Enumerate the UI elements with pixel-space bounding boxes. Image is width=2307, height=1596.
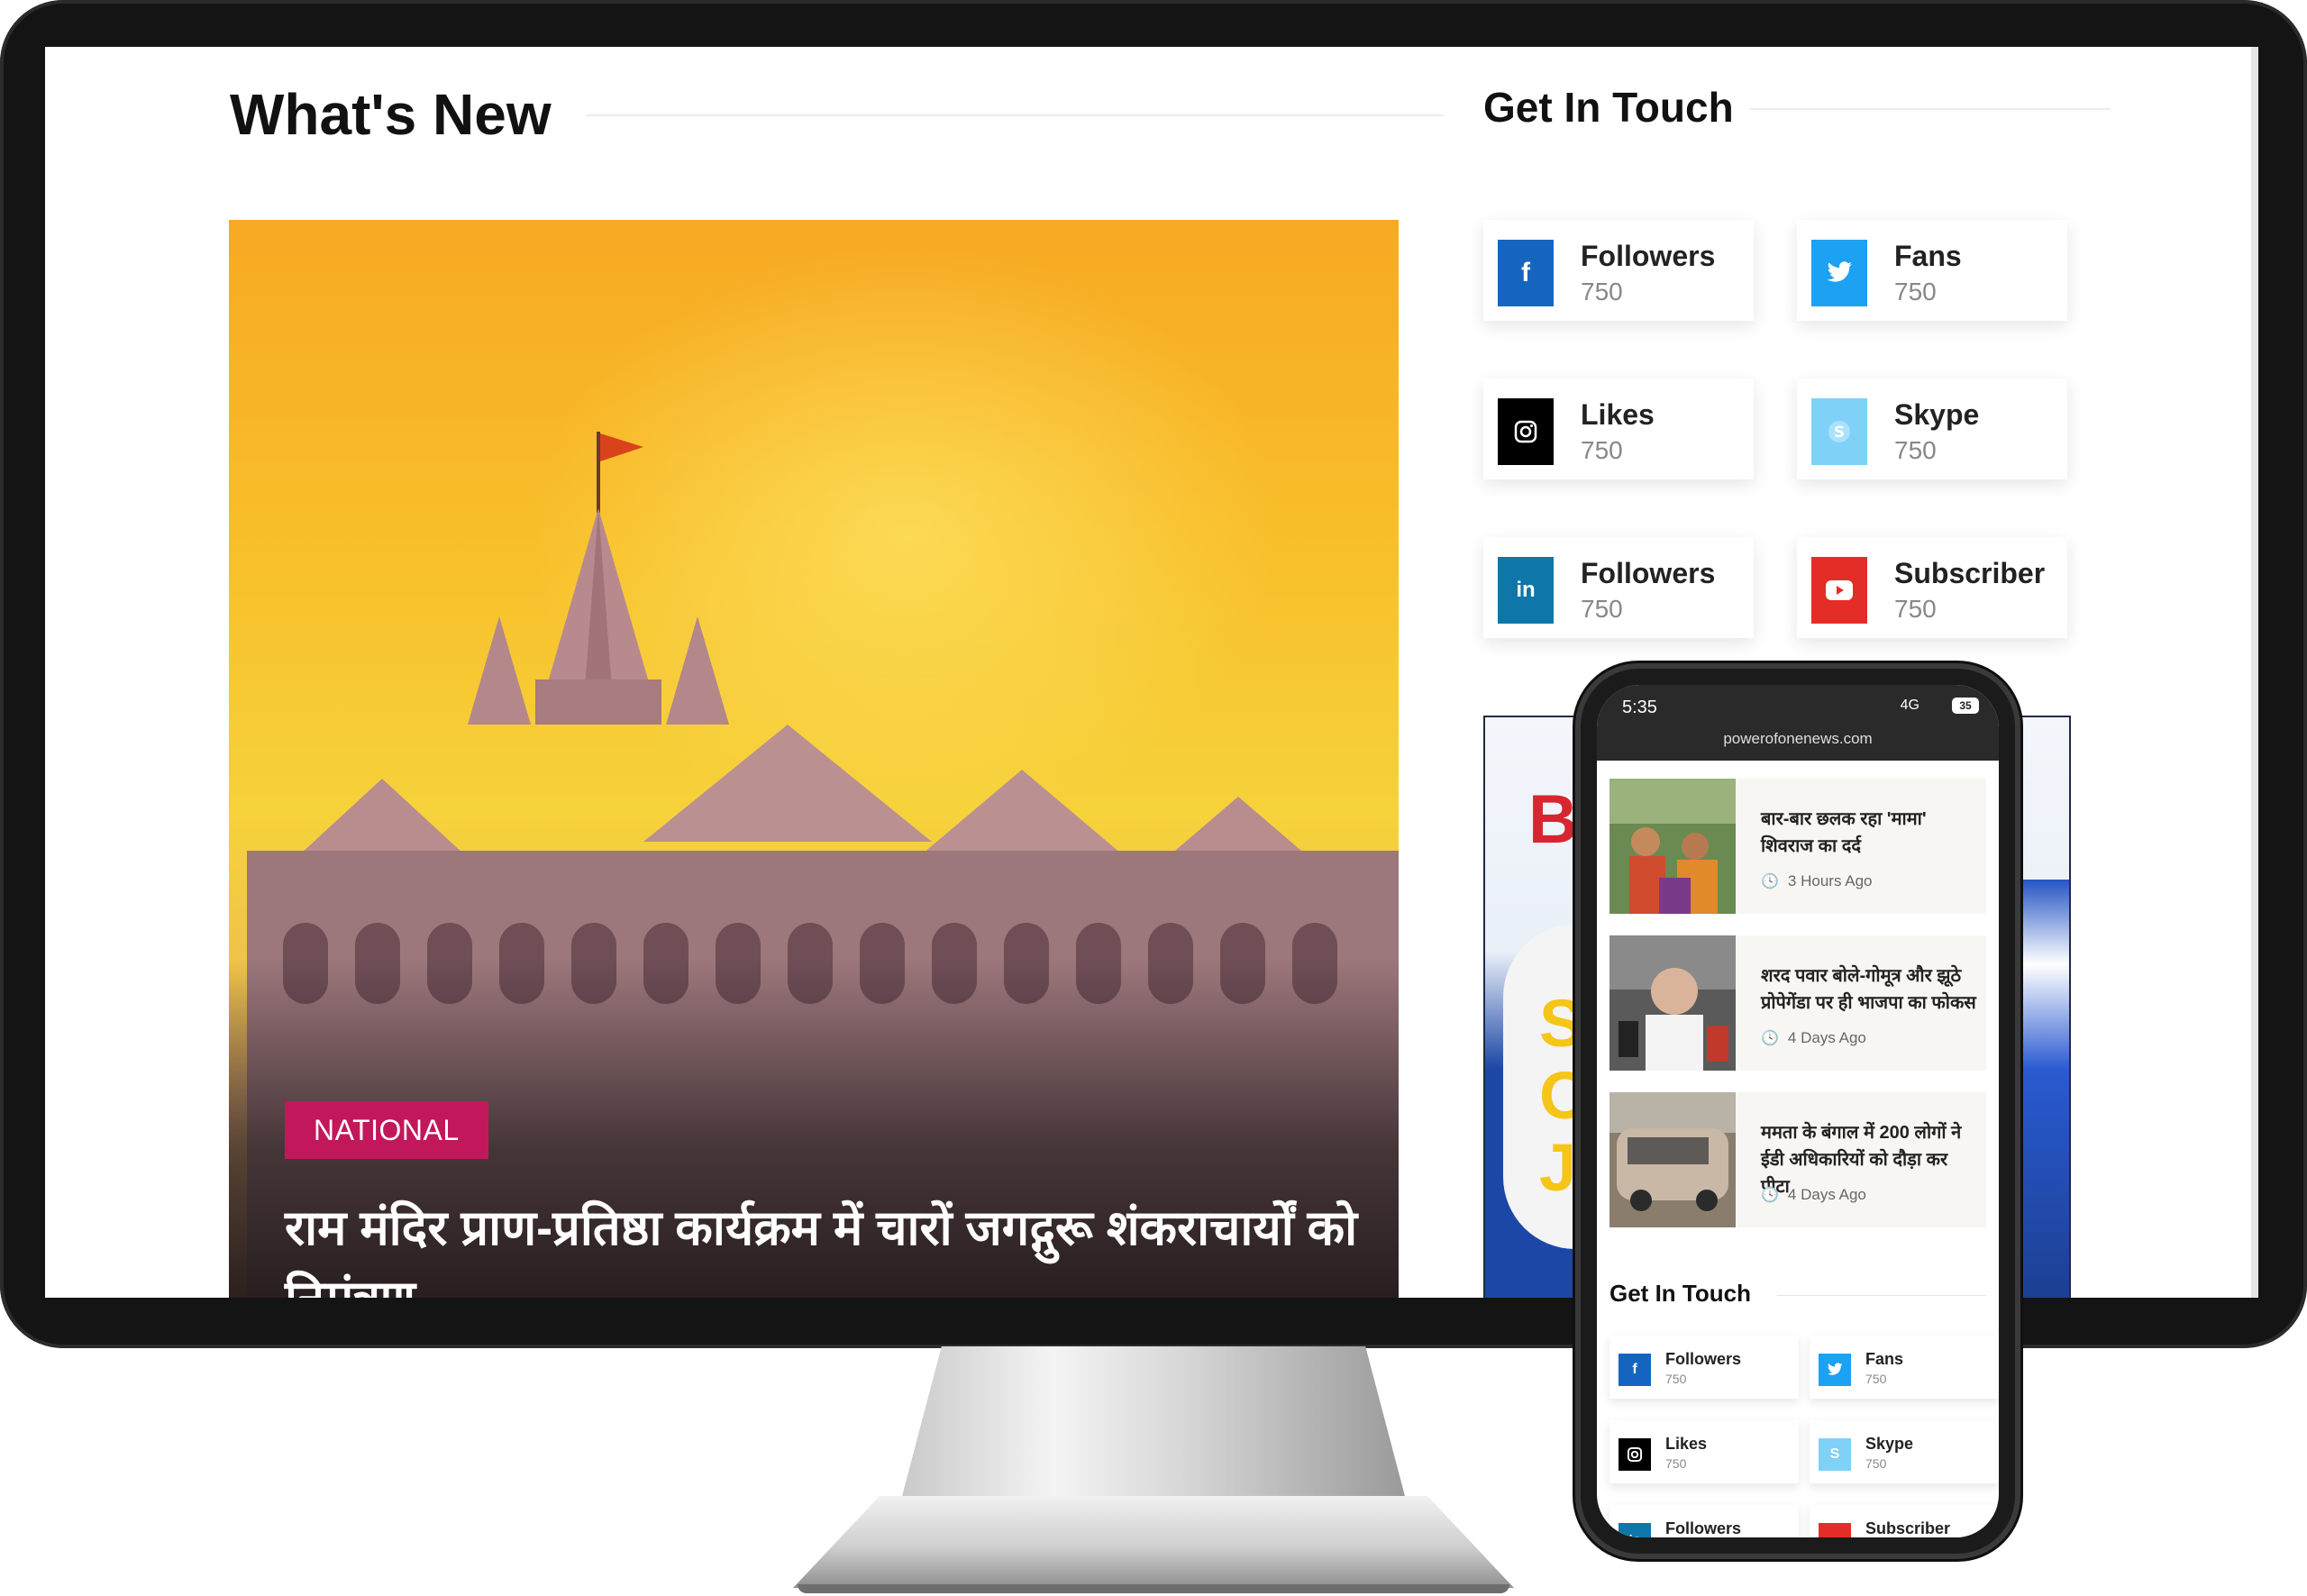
social-label: Likes: [1665, 1435, 1708, 1453]
address-bar[interactable]: powerofonenews.com: [1597, 730, 1999, 748]
clock-icon: 🕓: [1761, 1031, 1779, 1046]
skype-icon: S: [1811, 398, 1867, 465]
news-item[interactable]: शरद पवार बोले-गोमूत्र और झूठे प्रोपेगेंड…: [1609, 935, 1986, 1071]
phone-status-bar: 5:35 4G 35 powerofonenews.com: [1597, 685, 1999, 761]
news-timestamp: 🕓 4 Days Ago: [1761, 1186, 1866, 1204]
skype-icon: S: [1819, 1438, 1851, 1471]
social-count: 750: [1665, 1372, 1687, 1386]
clock-icon: 🕓: [1761, 1188, 1779, 1203]
social-count: 750: [1865, 1456, 1887, 1471]
category-badge[interactable]: NATIONAL: [285, 1101, 488, 1159]
whats-new-heading: What's New: [230, 82, 552, 147]
news-title[interactable]: शरद पवार बोले-गोमूत्र और झूठे प्रोपेगेंड…: [1761, 962, 1981, 1017]
linkedin-icon: in: [1619, 1523, 1651, 1537]
heading-divider: [1750, 108, 2111, 110]
monitor-stand-base: [793, 1496, 1514, 1588]
heading-divider: [1777, 1295, 1986, 1296]
social-label: Subscriber: [1894, 557, 2046, 589]
hero-headline[interactable]: राम मंदिर प्राण-प्रतिष्ठा कार्यक्रम में …: [285, 1193, 1366, 1298]
battery-icon: 35: [1952, 698, 1979, 714]
social-label: Followers: [1581, 240, 1716, 272]
social-label: Subscriber: [1865, 1519, 1951, 1537]
hero-article[interactable]: NATIONAL राम मंदिर प्राण-प्रतिष्ठा कार्य…: [229, 220, 1399, 1298]
social-count: 750: [1581, 595, 1623, 623]
phone-social-youtube[interactable]: Subscriber: [1810, 1505, 1999, 1537]
social-count: 750: [1865, 1372, 1887, 1386]
monitor-stand-foot: [798, 1584, 1509, 1593]
news-item[interactable]: बार-बार छलक रहा 'मामा' शिवराज का दर्द 🕓 3…: [1609, 779, 1986, 914]
instagram-icon: [1498, 398, 1554, 465]
social-label: Followers: [1665, 1519, 1742, 1537]
social-card-youtube[interactable]: Subscriber 750: [1797, 537, 2067, 638]
news-timestamp: 🕓 3 Hours Ago: [1761, 872, 1872, 890]
news-time-text: 4 Days Ago: [1787, 1186, 1866, 1203]
social-card-linkedin[interactable]: in Followers 750: [1483, 537, 1754, 638]
clock-icon: 🕓: [1761, 874, 1779, 889]
social-card-skype[interactable]: S Skype 750: [1797, 378, 2067, 479]
social-label: Fans: [1894, 240, 1962, 272]
news-timestamp: 🕓 4 Days Ago: [1761, 1029, 1866, 1047]
news-item[interactable]: ममता के बंगाल में 200 लोगों ने ईडी अधिका…: [1609, 1092, 1986, 1227]
social-count: 750: [1581, 436, 1623, 464]
phone-social-instagram[interactable]: Likes 750: [1609, 1420, 1799, 1483]
social-label: Skype: [1894, 398, 1980, 431]
phone-social-linkedin[interactable]: in Followers: [1609, 1505, 1799, 1537]
phone-frame: 5:35 4G 35 powerofonenews.com बार-बार छल…: [1575, 663, 2020, 1559]
social-label: Followers: [1581, 557, 1716, 589]
news-thumbnail: [1609, 779, 1736, 914]
screen-edge: [2251, 47, 2258, 1298]
social-count: 750: [1894, 278, 1937, 306]
social-card-facebook[interactable]: f Followers 750: [1483, 220, 1754, 321]
phone-social-twitter[interactable]: Fans 750: [1810, 1336, 1999, 1399]
phone-screen: 5:35 4G 35 powerofonenews.com बार-बार छल…: [1597, 685, 1999, 1537]
news-time-text: 3 Hours Ago: [1787, 872, 1873, 889]
facebook-icon: f: [1619, 1354, 1651, 1386]
phone-social-skype[interactable]: S Skype 750: [1810, 1420, 1999, 1483]
social-count: 750: [1665, 1456, 1687, 1471]
instagram-icon: [1619, 1438, 1651, 1471]
news-thumbnail: [1609, 935, 1736, 1071]
phone-social-facebook[interactable]: f Followers 750: [1609, 1336, 1799, 1399]
social-label: Followers: [1665, 1350, 1742, 1368]
social-count: 750: [1581, 278, 1623, 306]
social-label: Fans: [1865, 1350, 1904, 1368]
news-title[interactable]: बार-बार छलक रहा 'मामा' शिवराज का दर्द: [1761, 806, 1981, 860]
news-time-text: 4 Days Ago: [1787, 1029, 1866, 1046]
social-label: Skype: [1865, 1435, 1914, 1453]
heading-divider: [586, 114, 1444, 116]
monitor-stand-neck: [901, 1346, 1406, 1500]
linkedin-icon: in: [1498, 557, 1554, 624]
phone-get-in-touch-heading: Get In Touch: [1609, 1280, 1751, 1307]
social-count: 750: [1894, 436, 1937, 464]
social-card-instagram[interactable]: Likes 750: [1483, 378, 1754, 479]
news-thumbnail: [1609, 1092, 1736, 1227]
twitter-icon: [1819, 1354, 1851, 1386]
svg-text:S: S: [1834, 424, 1845, 442]
youtube-icon: [1811, 557, 1867, 624]
social-card-twitter[interactable]: Fans 750: [1797, 220, 2067, 321]
social-count: 750: [1894, 595, 1937, 623]
youtube-icon: [1819, 1523, 1851, 1537]
facebook-icon: f: [1498, 240, 1554, 306]
twitter-icon: [1811, 240, 1867, 306]
phone-clock: 5:35: [1622, 698, 1657, 717]
get-in-touch-heading: Get In Touch: [1483, 84, 1734, 131]
social-label: Likes: [1581, 398, 1655, 431]
signal-indicator: 4G: [1900, 698, 1919, 713]
